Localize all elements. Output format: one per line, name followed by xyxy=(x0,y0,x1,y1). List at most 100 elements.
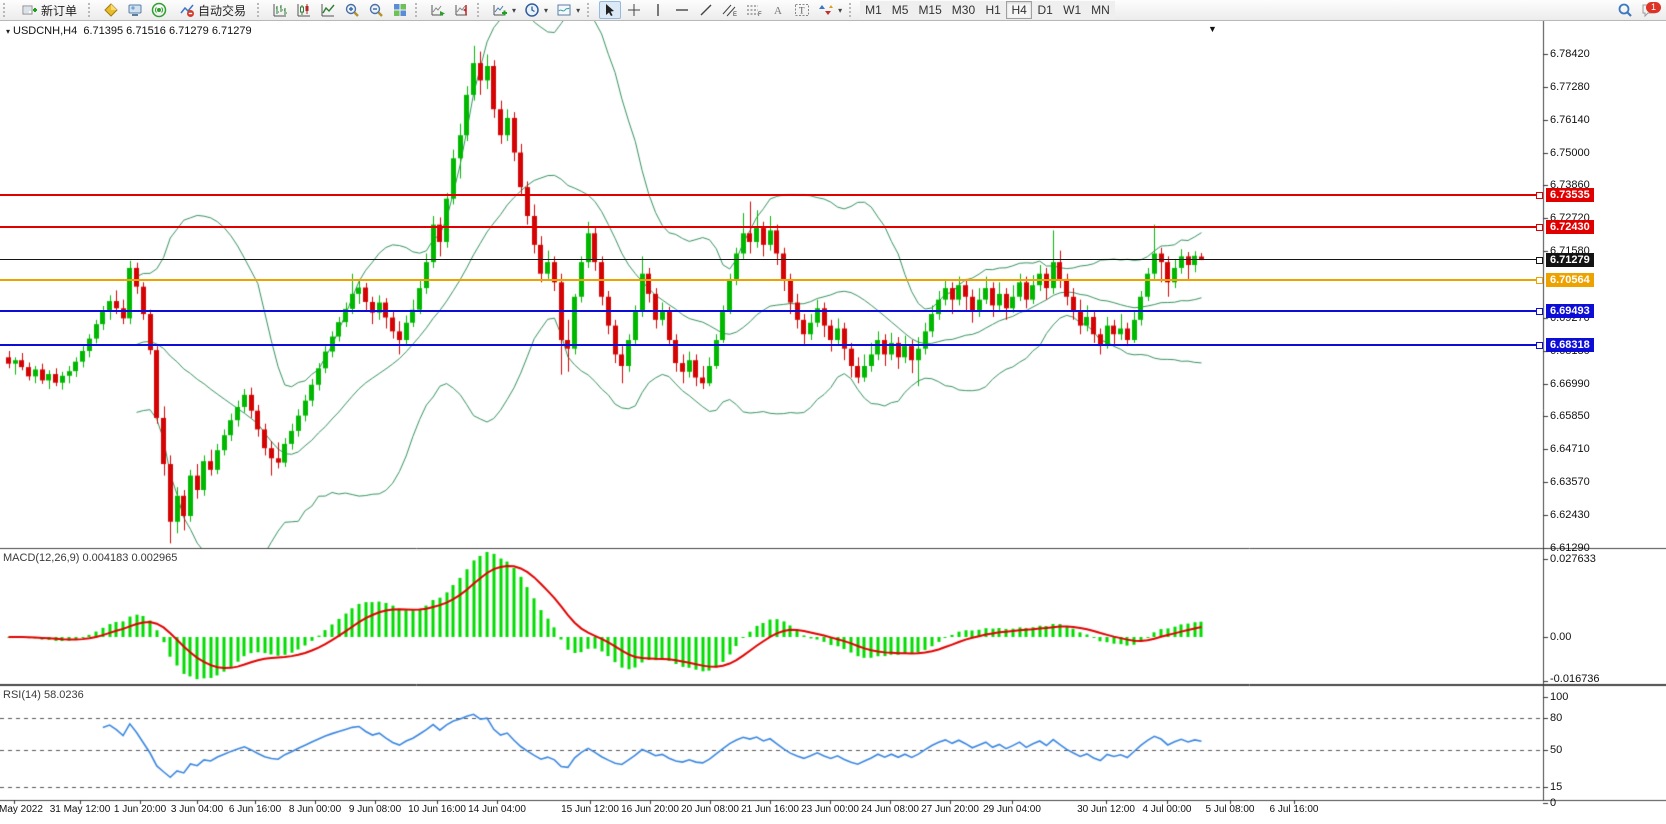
support-line-2[interactable] xyxy=(0,344,1543,346)
time-tick-label: 31 May 12:00 xyxy=(50,804,111,815)
toolbar-grip[interactable] xyxy=(415,3,422,17)
horizontal-line-tool-button[interactable] xyxy=(671,1,693,19)
time-tick-label: 15 Jun 12:00 xyxy=(561,804,619,815)
toolbar-grip[interactable] xyxy=(849,3,856,17)
vertical-line-tool-button[interactable] xyxy=(647,1,669,19)
ohlc-open: 6.71395 xyxy=(83,25,123,37)
trendline-icon xyxy=(699,3,713,17)
trendline-tool-button[interactable] xyxy=(695,1,717,19)
fibonacci-tool-button[interactable]: F xyxy=(743,1,765,19)
price-tick-label: 6.77280 xyxy=(1550,81,1590,93)
timeframe-mn-button[interactable]: MN xyxy=(1086,1,1115,19)
dropdown-caret-icon: ▾ xyxy=(544,6,548,15)
rsi-name: RSI(14) xyxy=(3,689,41,701)
resistance-line-2-marker[interactable] xyxy=(1536,224,1543,231)
signals-button[interactable] xyxy=(148,1,170,19)
equidistant-channel-icon: E xyxy=(722,3,738,17)
chart-canvas[interactable] xyxy=(0,21,1666,824)
candlestick-chart-button[interactable] xyxy=(293,1,315,19)
price-tick-label: 6.78420 xyxy=(1550,48,1590,60)
auto-trading-button[interactable]: 自动交易 xyxy=(172,1,253,19)
collapse-arrow-icon[interactable]: ▾ xyxy=(6,27,10,36)
timeframe-m30-button[interactable]: M30 xyxy=(947,1,980,19)
svg-text:A: A xyxy=(774,5,782,17)
time-tick-label: 4 Jul 00:00 xyxy=(1143,804,1192,815)
support-line-2-price-badge: 6.68318 xyxy=(1546,338,1594,352)
resistance-line-1-marker[interactable] xyxy=(1536,192,1543,199)
search-icon xyxy=(1617,2,1633,18)
new-order-button[interactable]: 新订单 xyxy=(15,1,84,19)
toolbar-grip[interactable] xyxy=(257,3,264,17)
time-tick-label: 9 Jun 08:00 xyxy=(349,804,401,815)
resistance-line-1[interactable] xyxy=(0,194,1543,196)
crosshair-icon xyxy=(627,3,641,17)
search-button[interactable] xyxy=(1614,1,1636,19)
rsi-tick-label: 50 xyxy=(1550,744,1562,756)
zoom-out-icon xyxy=(368,2,384,18)
indicators-button[interactable]: ▾ xyxy=(489,1,519,19)
rsi-tick-label: 100 xyxy=(1550,691,1568,703)
auto-scroll-button[interactable] xyxy=(427,1,449,19)
templates-icon xyxy=(556,2,572,18)
rsi-tick-label: 15 xyxy=(1550,781,1562,793)
templates-button[interactable]: ▾ xyxy=(553,1,583,19)
current-price-line-marker[interactable] xyxy=(1536,257,1543,264)
support-line-1-price-badge: 6.69493 xyxy=(1546,304,1594,318)
timeframe-m5-button[interactable]: M5 xyxy=(887,1,914,19)
metaeditor-button[interactable] xyxy=(100,1,122,19)
text-label-tool-button[interactable]: T xyxy=(791,1,813,19)
horizontal-line-icon xyxy=(675,3,689,17)
text-tool-button[interactable]: A xyxy=(767,1,789,19)
line-chart-icon xyxy=(320,2,336,18)
chart-symbol-title: ▾USDCNH,H4 6.71395 6.71516 6.71279 6.712… xyxy=(6,25,252,37)
timeframe-h1-button[interactable]: H1 xyxy=(980,1,1006,19)
toolbar-grip[interactable] xyxy=(3,3,10,17)
periods-button[interactable]: ▾ xyxy=(521,1,551,19)
time-tick-label: 27 Jun 20:00 xyxy=(921,804,979,815)
rsi-label: RSI(14) 58.0236 xyxy=(3,689,84,701)
mt4-window: 新订单 xyxy=(0,0,1666,824)
zoom-out-button[interactable] xyxy=(365,1,387,19)
periods-clock-icon xyxy=(524,2,540,18)
time-tick-label: 14 Jun 04:00 xyxy=(468,804,526,815)
pivot-line-marker[interactable] xyxy=(1536,277,1543,284)
timeframe-h4-button[interactable]: H4 xyxy=(1006,1,1032,19)
terminal-button[interactable] xyxy=(124,1,146,19)
current-price-line[interactable] xyxy=(0,259,1543,260)
resistance-line-2[interactable] xyxy=(0,226,1543,228)
chart-shift-button[interactable] xyxy=(451,1,473,19)
timeframe-d1-button[interactable]: D1 xyxy=(1032,1,1058,19)
main-toolbar: 新订单 xyxy=(0,0,1666,21)
time-tick-label: 30 Jun 12:00 xyxy=(1077,804,1135,815)
arrows-tool-button[interactable]: ▾ xyxy=(815,1,845,19)
toolbar-grip[interactable] xyxy=(587,3,594,17)
chart-shift-marker-icon[interactable]: ▼ xyxy=(1208,24,1217,34)
cursor-tool-button[interactable] xyxy=(599,1,621,19)
timeframe-m15-button[interactable]: M15 xyxy=(913,1,946,19)
time-tick-label: 8 Jun 00:00 xyxy=(289,804,341,815)
tile-windows-button[interactable] xyxy=(389,1,411,19)
notifications-button[interactable]: 1 xyxy=(1638,1,1660,19)
pivot-line[interactable] xyxy=(0,279,1543,281)
support-line-2-marker[interactable] xyxy=(1536,342,1543,349)
support-line-1[interactable] xyxy=(0,310,1543,312)
toolbar-grip[interactable] xyxy=(88,3,95,17)
toolbar-grip[interactable] xyxy=(477,3,484,17)
price-tick-label: 6.62430 xyxy=(1550,509,1590,521)
timeframe-m1-button[interactable]: M1 xyxy=(860,1,887,19)
crosshair-tool-button[interactable] xyxy=(623,1,645,19)
price-tick-label: 6.76140 xyxy=(1550,114,1590,126)
price-tick-label: 6.66990 xyxy=(1550,378,1590,390)
price-tick-label: 6.75000 xyxy=(1550,147,1590,159)
price-tick-label: 6.63570 xyxy=(1550,476,1590,488)
zoom-in-button[interactable] xyxy=(341,1,363,19)
timeframe-w1-button[interactable]: W1 xyxy=(1058,1,1086,19)
bar-chart-button[interactable] xyxy=(269,1,291,19)
equidistant-channel-tool-button[interactable]: E xyxy=(719,1,741,19)
ohlc-close: 6.71279 xyxy=(212,25,252,37)
line-chart-button[interactable] xyxy=(317,1,339,19)
macd-signal-value: 0.002965 xyxy=(131,552,177,564)
text-label-icon: T xyxy=(794,3,810,17)
support-line-1-marker[interactable] xyxy=(1536,308,1543,315)
time-tick-label: 21 Jun 16:00 xyxy=(741,804,799,815)
